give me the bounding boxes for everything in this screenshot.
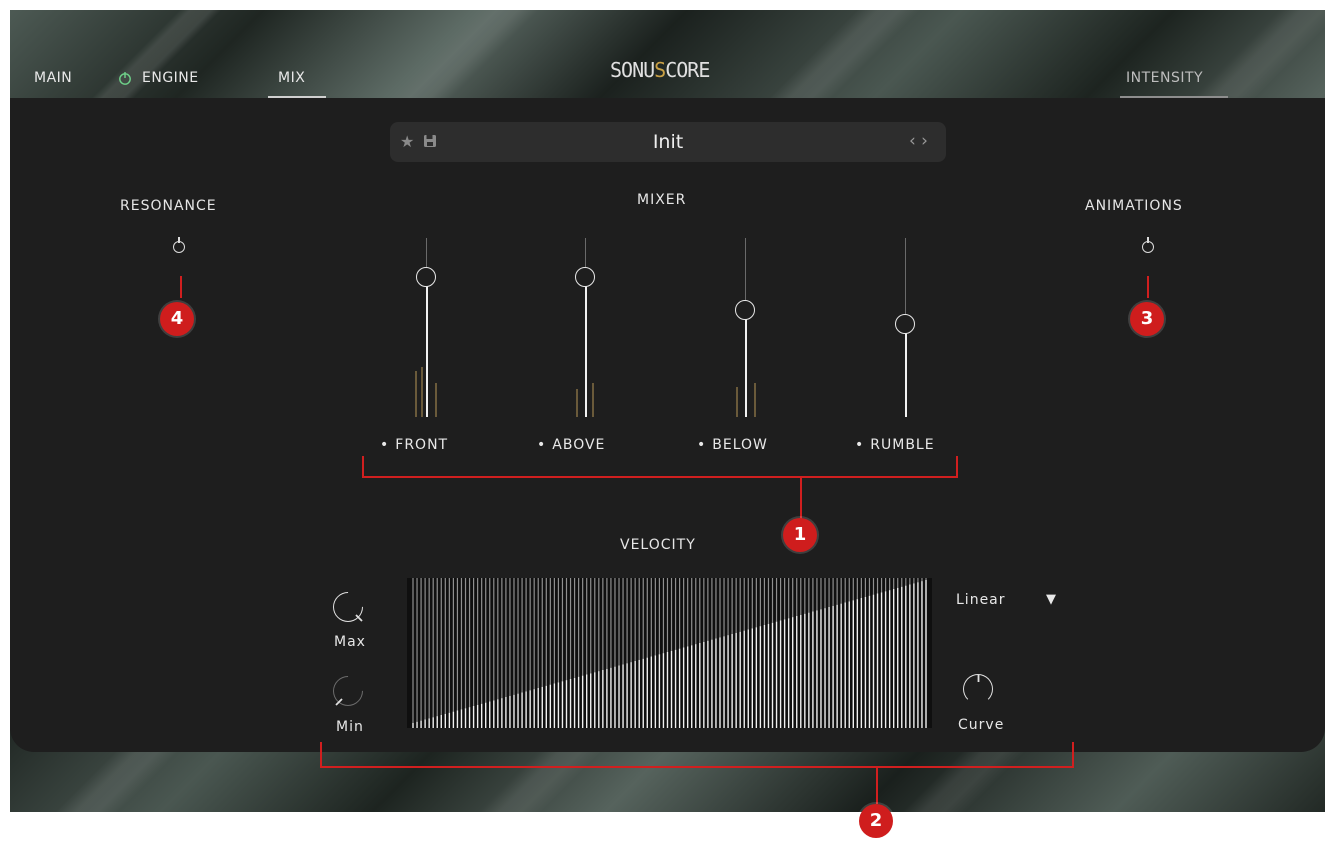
tab-engine[interactable]: ENGINE	[118, 70, 199, 86]
level-meter	[754, 383, 756, 417]
power-icon[interactable]	[118, 71, 132, 85]
callout-1-bracket-bottom	[362, 476, 958, 478]
level-meter	[415, 371, 417, 417]
level-meter	[736, 387, 738, 417]
callout-4-line	[180, 276, 182, 298]
fader-handle-below[interactable]	[735, 299, 755, 320]
fader-fill-front	[425, 277, 428, 417]
min-label: Min	[336, 719, 364, 735]
callout-badge-4: 4	[160, 302, 194, 336]
resonance-label: RESONANCE	[120, 198, 217, 214]
curve-label: Curve	[958, 717, 1005, 733]
preset-prev-next-icon[interactable]: ‹ ›	[909, 131, 928, 151]
channel-label-above[interactable]: ABOVE	[537, 437, 605, 453]
velocity-curve-display[interactable]	[407, 578, 932, 728]
resonance-power-icon[interactable]	[173, 237, 185, 253]
curve-knob-pointer	[977, 675, 980, 682]
level-meter	[576, 389, 578, 417]
curve-type-dropdown[interactable]: Linear	[956, 592, 1006, 608]
level-meter	[421, 367, 423, 417]
level-meter	[435, 383, 437, 417]
callout-2-bracket-left	[320, 742, 322, 768]
callout-1-bracket-left	[362, 456, 364, 478]
min-knob-pointer	[335, 698, 343, 706]
level-meter	[592, 383, 594, 417]
callout-badge-1: 1	[783, 518, 817, 552]
max-knob-pointer	[355, 614, 363, 622]
channel-label-front[interactable]: FRONT	[380, 437, 448, 453]
callout-1-stem	[800, 478, 802, 520]
tab-engine-label: ENGINE	[142, 70, 199, 86]
animations-label: ANIMATIONS	[1085, 198, 1183, 214]
mixer-title: MIXER	[637, 192, 687, 208]
callout-3-line	[1147, 276, 1149, 298]
tab-intensity-underline	[1120, 96, 1228, 98]
tab-mix-active-indicator	[268, 96, 326, 98]
velocity-bars	[412, 578, 927, 728]
animations-power-icon[interactable]	[1142, 237, 1154, 253]
channel-label-rumble[interactable]: RUMBLE	[855, 437, 935, 453]
velocity-title: VELOCITY	[620, 537, 696, 553]
fader-fill-above	[584, 277, 587, 417]
sonuscore-logo: SONUSCORE	[610, 58, 710, 82]
callout-2-bracket-bottom	[320, 766, 1074, 768]
tab-main[interactable]: MAIN	[34, 70, 72, 86]
callout-badge-3: 3	[1130, 302, 1164, 336]
callout-2-bracket-right	[1072, 742, 1074, 768]
callout-2-stem	[876, 768, 878, 804]
max-label: Max	[334, 634, 366, 650]
tab-mix[interactable]: MIX	[278, 70, 305, 86]
callout-badge-2: 2	[859, 804, 893, 838]
fader-fill-rumble	[904, 323, 907, 417]
tab-intensity[interactable]: INTENSITY	[1126, 70, 1203, 86]
callout-1-bracket-right	[956, 456, 958, 478]
fader-fill-below	[744, 309, 747, 417]
preset-name[interactable]: Init	[390, 131, 946, 153]
dropdown-arrow-icon[interactable]: ▼	[1046, 592, 1056, 607]
fader-handle-rumble[interactable]	[895, 313, 915, 334]
channel-label-below[interactable]: BELOW	[697, 437, 768, 453]
preset-bar[interactable]: ★ Init ‹ ›	[390, 122, 946, 162]
